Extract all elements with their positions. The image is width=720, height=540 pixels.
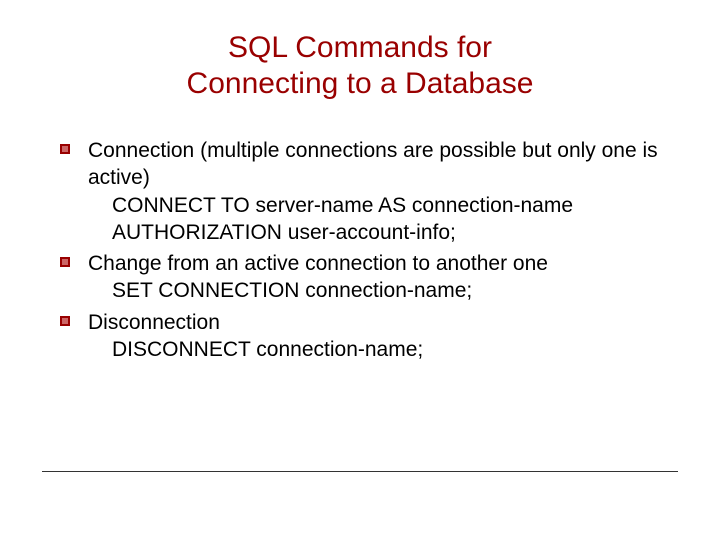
bullet-text: Change from an active connection to anot… xyxy=(88,250,670,277)
slide-title: SQL Commands for Connecting to a Databas… xyxy=(50,30,670,102)
bullet-icon xyxy=(60,144,70,154)
sub-text: SET CONNECTION connection-name; xyxy=(88,277,670,304)
list-item: Change from an active connection to anot… xyxy=(60,250,670,305)
bullet-text: Disconnection xyxy=(88,309,670,336)
list-item: Connection (multiple connections are pos… xyxy=(60,137,670,246)
sub-text: AUTHORIZATION user-account-info; xyxy=(88,219,670,246)
bullet-text: Connection (multiple connections are pos… xyxy=(88,137,670,192)
title-line-1: SQL Commands for xyxy=(228,31,492,64)
slide: SQL Commands for Connecting to a Databas… xyxy=(0,0,720,540)
bullet-icon xyxy=(60,257,70,267)
divider xyxy=(42,471,678,472)
sub-text: CONNECT TO server-name AS connection-nam… xyxy=(88,192,670,219)
bullet-list: Connection (multiple connections are pos… xyxy=(60,137,670,363)
bullet-icon xyxy=(60,316,70,326)
list-item: Disconnection DISCONNECT connection-name… xyxy=(60,309,670,364)
title-line-2: Connecting to a Database xyxy=(187,67,534,100)
sub-text: DISCONNECT connection-name; xyxy=(88,336,670,363)
